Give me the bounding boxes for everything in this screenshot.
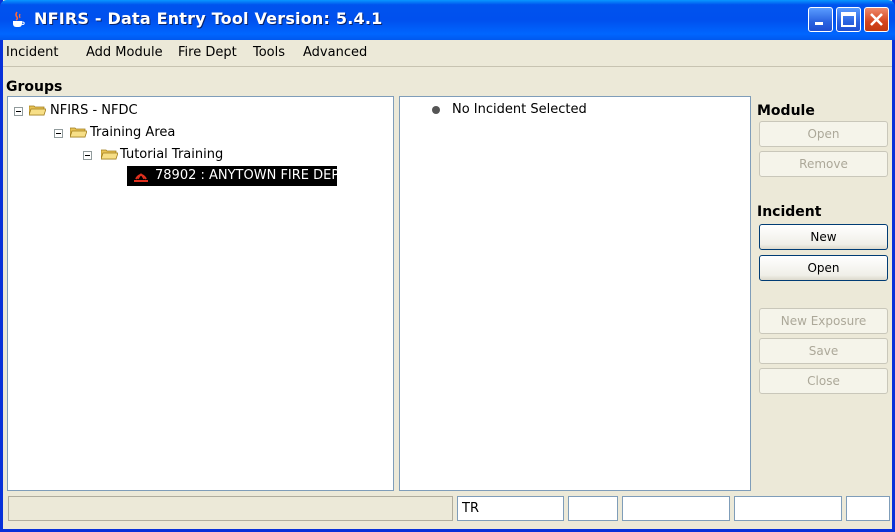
window-title: NFIRS - Data Entry Tool Version: 5.4.1 — [34, 9, 383, 28]
status-field-tr: TR — [457, 496, 564, 521]
groups-label: Groups — [6, 79, 63, 95]
module-open-button[interactable]: Open — [759, 121, 888, 147]
groups-tree[interactable]: NFIRS - NFDC Training Area Tutorial Trai… — [7, 96, 394, 491]
close-button[interactable]: Close — [759, 368, 888, 394]
status-field — [734, 496, 842, 521]
maximize-button[interactable] — [836, 7, 861, 32]
incident-list-panel[interactable]: No Incident Selected — [399, 96, 751, 491]
bullet-icon — [432, 106, 440, 114]
incident-new-button[interactable]: New — [759, 224, 888, 250]
fire-dept-icon — [134, 172, 148, 182]
folder-open-icon — [70, 127, 87, 138]
close-window-button[interactable] — [864, 7, 889, 32]
status-field — [568, 496, 618, 521]
tree-node-label: NFIRS - NFDC — [50, 103, 138, 118]
collapse-icon[interactable] — [83, 151, 92, 160]
collapse-icon[interactable] — [54, 129, 63, 138]
menu-fire-dept[interactable]: Fire Dept — [178, 45, 237, 60]
java-cup-icon — [13, 11, 25, 27]
menu-tools[interactable]: Tools — [253, 45, 285, 60]
menu-add-module[interactable]: Add Module — [86, 45, 163, 60]
collapse-icon[interactable] — [14, 107, 23, 116]
folder-open-icon — [29, 105, 46, 116]
module-remove-button[interactable]: Remove — [759, 151, 888, 177]
tree-node-tutorial-training[interactable]: Tutorial Training — [8, 146, 388, 164]
app-window: NFIRS - Data Entry Tool Version: 5.4.1 I… — [0, 0, 895, 532]
save-button[interactable]: Save — [759, 338, 888, 364]
status-field — [846, 496, 890, 521]
menu-incident[interactable]: Incident — [6, 45, 58, 60]
title-bar[interactable]: NFIRS - Data Entry Tool Version: 5.4.1 — [0, 0, 895, 40]
new-exposure-button[interactable]: New Exposure — [759, 308, 888, 334]
incident-heading: Incident — [757, 204, 822, 220]
tree-node-fire-dept-selected[interactable]: 78902 : ANYTOWN FIRE DEPT — [127, 166, 347, 186]
close-icon — [870, 13, 883, 26]
menu-bar: Incident Add Module Fire Dept Tools Adva… — [3, 40, 892, 67]
tree-node-training-area[interactable]: Training Area — [8, 124, 388, 142]
tree-node-nfirs-nfdc[interactable]: NFIRS - NFDC — [8, 102, 388, 120]
tree-node-label: Training Area — [90, 125, 176, 140]
minimize-button[interactable] — [808, 7, 833, 32]
maximize-icon — [841, 12, 856, 27]
tree-node-label: Tutorial Training — [120, 147, 224, 162]
tree-node-label: 78902 : ANYTOWN FIRE DEPT — [155, 168, 348, 183]
folder-open-icon — [101, 149, 118, 160]
menu-advanced[interactable]: Advanced — [303, 45, 367, 60]
module-heading: Module — [757, 103, 815, 119]
status-field — [622, 496, 730, 521]
minimize-icon — [815, 22, 823, 25]
incident-open-button[interactable]: Open — [759, 255, 888, 281]
status-message-field — [8, 496, 453, 521]
incident-status: No Incident Selected — [452, 102, 587, 117]
